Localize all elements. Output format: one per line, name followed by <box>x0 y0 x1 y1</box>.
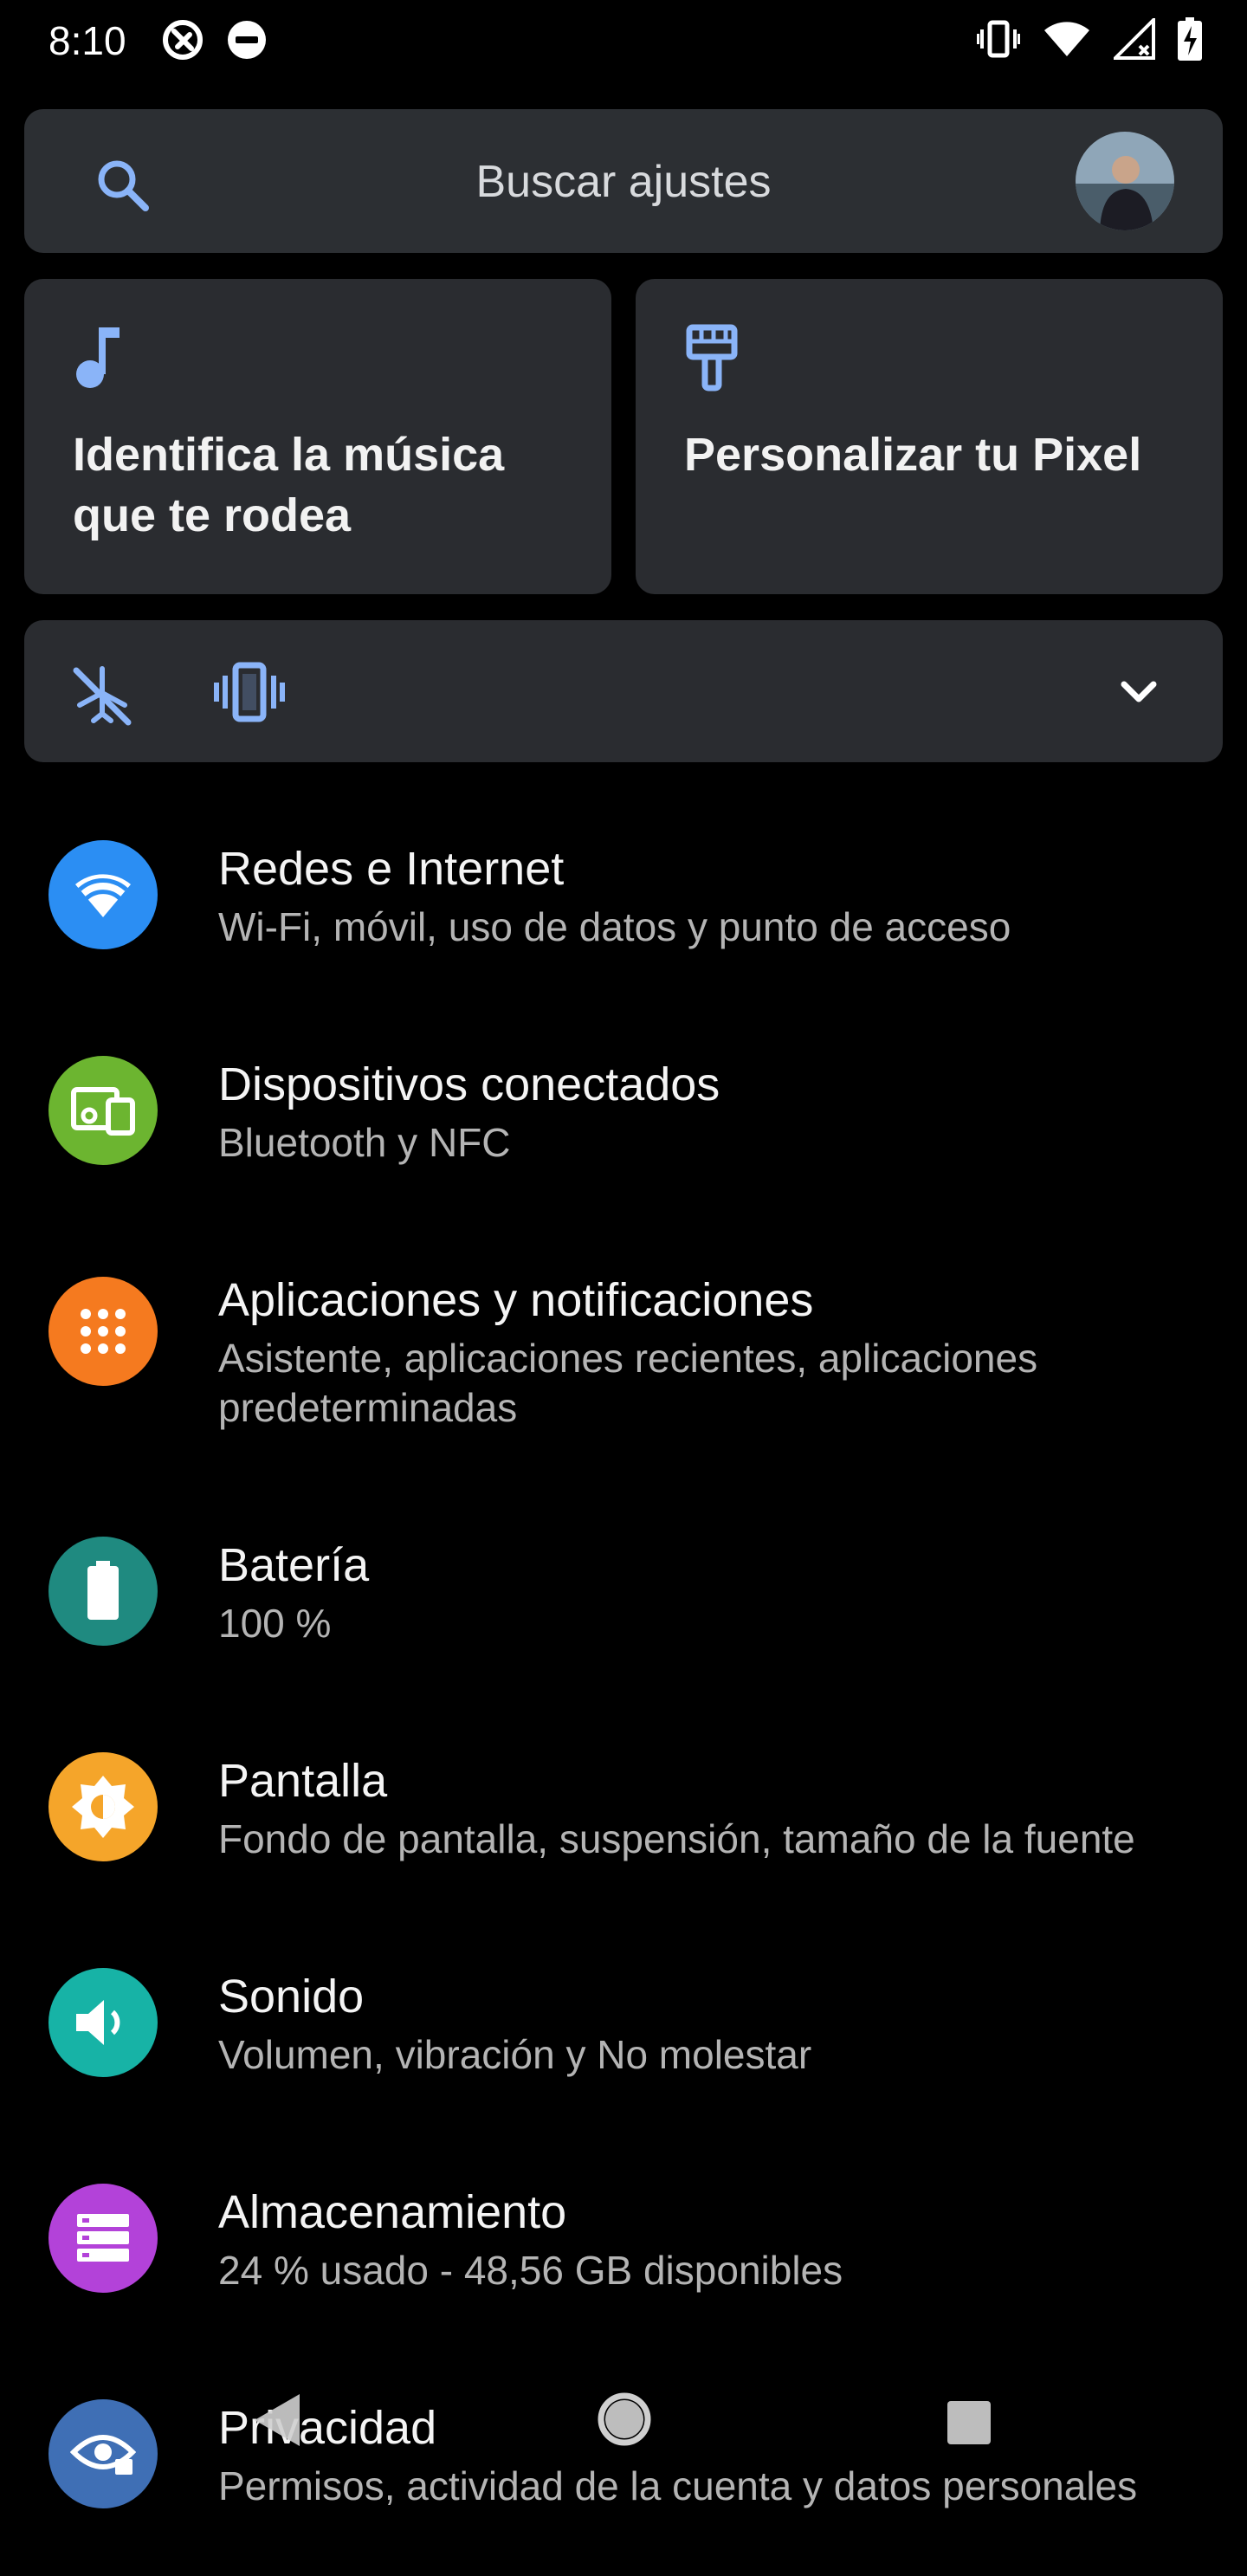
settings-item-subtitle: Volumen, vibración y No molestar <box>218 2032 812 2077</box>
do-not-disturb-icon <box>224 17 269 62</box>
navigation-bar <box>0 2365 1247 2495</box>
sound-icon <box>48 1968 158 2077</box>
paint-brush-icon <box>684 322 740 392</box>
suggestion-card-text: Identifica la música que te rodea <box>73 429 505 541</box>
settings-item-subtitle: Wi-Fi, móvil, uso de datos y punto de ac… <box>218 904 1011 949</box>
status-bar: 8:10 <box>0 0 1247 83</box>
display-icon <box>48 1752 158 1861</box>
vibrate-status-icon <box>977 19 1020 59</box>
wifi-icon <box>48 840 158 949</box>
chevron-down-icon[interactable] <box>1117 670 1160 714</box>
back-icon[interactable] <box>249 2391 305 2450</box>
settings-item-display[interactable]: Pantalla Fondo de pantalla, suspensión, … <box>0 1712 1247 1929</box>
settings-item-title: Batería <box>218 1539 370 1591</box>
settings-item-title: Almacenamiento <box>218 2186 567 2238</box>
music-note-icon <box>73 322 128 392</box>
search-bar[interactable]: Buscar ajustes <box>24 109 1223 253</box>
airplane-off-icon <box>69 663 135 729</box>
vibrate-icon <box>213 662 286 722</box>
suggestion-card-music[interactable]: Identifica la música que te rodea <box>24 279 611 594</box>
wifi-status-icon <box>1043 20 1091 58</box>
settings-item-title: Sonido <box>218 1971 365 2023</box>
settings-item-title: Aplicaciones y notificaciones <box>218 1274 814 1326</box>
status-time: 8:10 <box>48 18 126 63</box>
settings-item-subtitle: Bluetooth y NFC <box>218 1120 511 1165</box>
storage-icon <box>48 2184 158 2293</box>
battery-status-icon <box>1178 17 1202 61</box>
signal-status-icon <box>1114 18 1155 60</box>
settings-item-subtitle: Asistente, aplicaciones recientes, aplic… <box>218 1336 1038 1430</box>
settings-item-subtitle: Fondo de pantalla, suspensión, tamaño de… <box>218 1816 1135 1861</box>
suggestion-card-personalize[interactable]: Personalizar tu Pixel <box>636 279 1223 594</box>
settings-item-connected-devices[interactable]: Dispositivos conectados Bluetooth y NFC <box>0 1016 1247 1233</box>
settings-item-subtitle: 100 % <box>218 1601 332 1646</box>
battery-icon <box>48 1537 158 1646</box>
settings-item-title: Dispositivos conectados <box>218 1058 720 1110</box>
settings-item-sound[interactable]: Sonido Volumen, vibración y No molestar <box>0 1928 1247 2145</box>
avatar[interactable] <box>1076 132 1174 230</box>
settings-item-title: Pantalla <box>218 1755 388 1807</box>
recents-icon[interactable] <box>946 2399 992 2446</box>
search-placeholder: Buscar ajustes <box>475 157 772 207</box>
settings-item-storage[interactable]: Almacenamiento 24 % usado - 48,56 GB dis… <box>0 2144 1247 2360</box>
devices-icon <box>48 1056 158 1165</box>
settings-item-network[interactable]: Redes e Internet Wi-Fi, móvil, uso de da… <box>0 800 1247 1017</box>
data-saver-icon <box>160 17 205 62</box>
settings-item-battery[interactable]: Batería 100 % <box>0 1497 1247 1713</box>
suggestion-card-text: Personalizar tu Pixel <box>684 429 1142 481</box>
conditional-bar[interactable] <box>24 620 1223 762</box>
apps-icon <box>48 1277 158 1386</box>
home-icon[interactable] <box>596 2391 653 2448</box>
settings-item-apps[interactable]: Aplicaciones y notificaciones Asistente,… <box>0 1232 1247 1497</box>
settings-item-subtitle: 24 % usado - 48,56 GB disponibles <box>218 2248 843 2293</box>
settings-item-title: Redes e Internet <box>218 843 565 895</box>
